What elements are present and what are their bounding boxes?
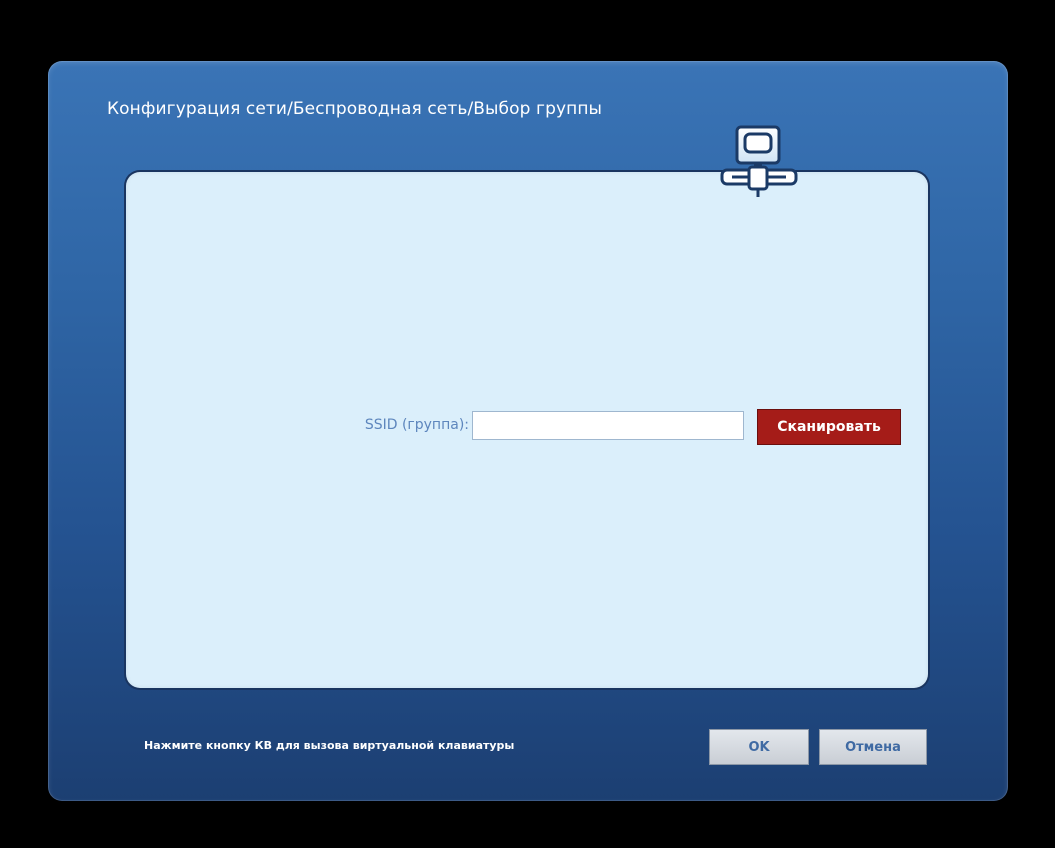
network-computer-icon xyxy=(720,125,798,197)
cancel-button[interactable]: Отмена xyxy=(819,729,927,765)
content-panel: SSID (группа): Сканировать xyxy=(126,172,928,688)
keyboard-hint: Нажмите кнопку КВ для вызова виртуальной… xyxy=(144,739,515,752)
ok-button[interactable]: OK xyxy=(709,729,809,765)
ssid-input[interactable] xyxy=(472,411,744,440)
network-config-dialog: Конфигурация сети/Беспроводная сеть/Выбо… xyxy=(48,61,1008,801)
dialog-title: Конфигурация сети/Беспроводная сеть/Выбо… xyxy=(107,99,603,119)
ssid-label: SSID (группа): xyxy=(364,417,469,433)
screen: Конфигурация сети/Беспроводная сеть/Выбо… xyxy=(0,0,1055,848)
scan-button[interactable]: Сканировать xyxy=(757,409,901,445)
